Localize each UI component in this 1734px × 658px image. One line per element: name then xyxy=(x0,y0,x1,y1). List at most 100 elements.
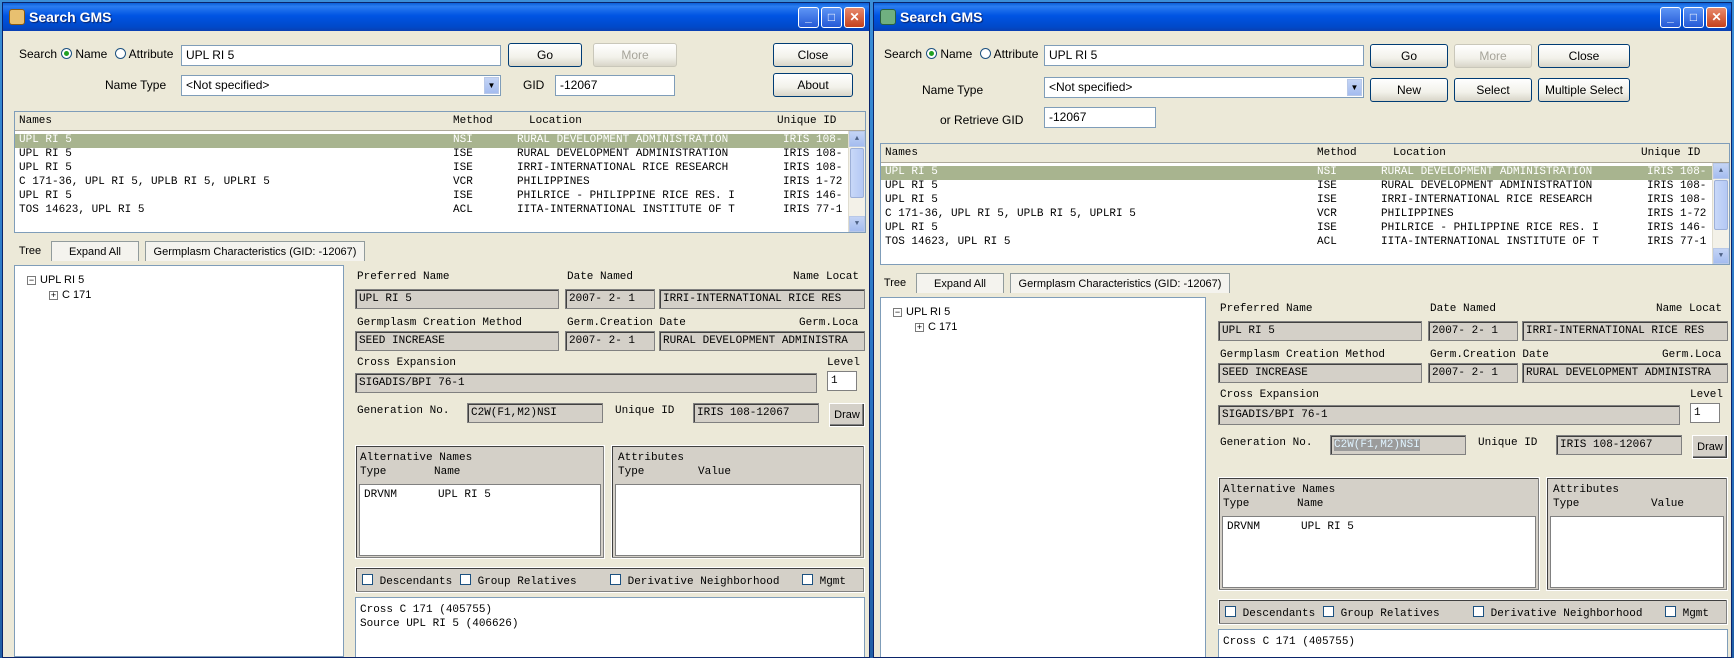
go-button[interactable]: Go xyxy=(508,43,582,67)
column-header-method[interactable]: Method xyxy=(453,115,493,127)
unique-id-field[interactable]: IRIS 108-12067 xyxy=(693,403,819,423)
column-header-location[interactable]: Location xyxy=(1393,147,1446,159)
more-button[interactable]: More xyxy=(1454,44,1532,68)
table-row[interactable]: UPL RI 5 NSI RURAL DEVELOPMENT ADMINISTR… xyxy=(881,166,1713,180)
table-row[interactable]: UPL RI 5 ISE RURAL DEVELOPMENT ADMINISTR… xyxy=(15,148,849,162)
level-spinner[interactable]: 1 xyxy=(1690,403,1720,423)
collapse-icon[interactable]: − xyxy=(893,308,902,317)
radio-attribute-icon[interactable] xyxy=(115,48,126,59)
mgmt-checkbox[interactable]: Mgmt xyxy=(1665,606,1709,620)
select-button[interactable]: Select xyxy=(1454,78,1532,102)
table-row[interactable]: UPL RI 5 ISE PHILRICE - PHILIPPINE RICE … xyxy=(881,222,1713,236)
radio-attribute[interactable]: Attribute xyxy=(980,47,1038,61)
tree-node-root[interactable]: − UPL RI 5 xyxy=(893,306,950,318)
tree-node-root[interactable]: − UPL RI 5 xyxy=(27,274,84,286)
table-row[interactable]: UPL RI 5 ISE RURAL DEVELOPMENT ADMINISTR… xyxy=(881,180,1713,194)
tab-germplasm-characteristics[interactable]: Germplasm Characteristics (GID: -12067) xyxy=(1010,273,1230,293)
preferred-name-field[interactable]: UPL RI 5 xyxy=(1218,321,1422,341)
new-button[interactable]: New xyxy=(1370,78,1448,102)
title-bar[interactable]: Search GMS _ □ ✕ xyxy=(874,3,1731,31)
scroll-up-icon[interactable]: ▲ xyxy=(1713,163,1729,179)
table-row[interactable]: UPL RI 5 ISE PHILRICE - PHILIPPINE RICE … xyxy=(15,190,849,204)
radio-name-icon[interactable] xyxy=(926,48,937,59)
name-type-select[interactable]: <Not specified> ▼ xyxy=(181,75,501,96)
derivative-check-icon[interactable] xyxy=(1473,606,1484,617)
title-bar[interactable]: Search GMS _ □ ✕ xyxy=(3,3,869,31)
tree-node-child[interactable]: + C 171 xyxy=(49,289,91,301)
close-icon[interactable]: ✕ xyxy=(1706,6,1727,28)
generation-field[interactable]: C2W(F1,M2)NSI xyxy=(1330,435,1466,455)
table-row[interactable]: TOS 14623, UPL RI 5 ACL IITA-INTERNATION… xyxy=(881,236,1713,250)
close-button[interactable]: Close xyxy=(1538,44,1630,68)
name-type-select[interactable]: <Not specified> ▼ xyxy=(1044,77,1364,98)
gid-input[interactable]: -12067 xyxy=(1044,107,1156,128)
go-button[interactable]: Go xyxy=(1370,44,1448,68)
group-relatives-check-icon[interactable] xyxy=(1323,606,1334,617)
radio-attribute[interactable]: Attribute xyxy=(115,47,173,61)
vertical-scrollbar[interactable]: ▲ ▼ xyxy=(848,131,865,232)
unique-id-field[interactable]: IRIS 108-12067 xyxy=(1556,435,1682,455)
search-input[interactable]: UPL RI 5 xyxy=(181,45,501,66)
creation-date-field[interactable]: 2007- 2- 1 xyxy=(1428,363,1518,383)
scroll-thumb[interactable] xyxy=(1714,180,1728,230)
derivative-neighborhood-checkbox[interactable]: Derivative Neighborhood xyxy=(610,574,779,588)
generation-field[interactable]: C2W(F1,M2)NSI xyxy=(467,403,603,423)
chevron-down-icon[interactable]: ▼ xyxy=(484,77,499,94)
table-row[interactable]: C 171-36, UPL RI 5, UPLB RI 5, UPLRI 5 V… xyxy=(15,176,849,190)
name-location-field[interactable]: IRRI-INTERNATIONAL RICE RES xyxy=(1522,321,1728,341)
maximize-icon[interactable]: □ xyxy=(821,6,842,28)
mgmt-checkbox[interactable]: Mgmt xyxy=(802,574,846,588)
creation-method-field[interactable]: SEED INCREASE xyxy=(355,331,559,351)
column-header-method[interactable]: Method xyxy=(1317,147,1357,159)
scroll-down-icon[interactable]: ▼ xyxy=(1713,248,1729,264)
column-header-location[interactable]: Location xyxy=(529,115,582,127)
preferred-name-field[interactable]: UPL RI 5 xyxy=(355,289,559,309)
radio-name[interactable]: Name xyxy=(926,47,972,61)
tab-germplasm-characteristics[interactable]: Germplasm Characteristics (GID: -12067) xyxy=(145,241,365,261)
chevron-down-icon[interactable]: ▼ xyxy=(1347,79,1362,96)
column-header-unique-id[interactable]: Unique ID xyxy=(777,115,836,127)
descendants-check-icon[interactable] xyxy=(362,574,373,585)
radio-name-icon[interactable] xyxy=(61,48,72,59)
tab-expand-all[interactable]: Expand All xyxy=(51,241,139,261)
expand-icon[interactable]: + xyxy=(49,291,58,300)
multiple-select-button[interactable]: Multiple Select xyxy=(1538,78,1630,102)
descendants-checkbox[interactable]: Descendants xyxy=(1225,606,1315,620)
radio-attribute-icon[interactable] xyxy=(980,48,991,59)
collapse-icon[interactable]: − xyxy=(27,276,36,285)
descendants-check-icon[interactable] xyxy=(1225,606,1236,617)
expand-icon[interactable]: + xyxy=(915,323,924,332)
creation-method-field[interactable]: SEED INCREASE xyxy=(1218,363,1422,383)
scroll-up-icon[interactable]: ▲ xyxy=(849,131,865,147)
close-button[interactable]: Close xyxy=(773,43,853,67)
group-relatives-checkbox[interactable]: Group Relatives xyxy=(1323,606,1440,620)
date-named-field[interactable]: 2007- 2- 1 xyxy=(565,289,655,309)
table-row[interactable]: TOS 14623, UPL RI 5 ACL IITA-INTERNATION… xyxy=(15,204,849,218)
vertical-scrollbar[interactable]: ▲ ▼ xyxy=(1712,163,1729,264)
radio-name[interactable]: Name xyxy=(61,47,107,61)
mgmt-check-icon[interactable] xyxy=(802,574,813,585)
tab-tree[interactable]: Tree xyxy=(880,273,910,293)
derivative-check-icon[interactable] xyxy=(610,574,621,585)
level-spinner[interactable]: 1 xyxy=(827,371,857,391)
table-row[interactable]: C 171-36, UPL RI 5, UPLB RI 5, UPLRI 5 V… xyxy=(881,208,1713,222)
cross-expansion-field[interactable]: SIGADIS/BPI 76-1 xyxy=(1218,405,1680,425)
draw-button[interactable]: Draw xyxy=(829,403,865,427)
column-header-unique-id[interactable]: Unique ID xyxy=(1641,147,1700,159)
date-named-field[interactable]: 2007- 2- 1 xyxy=(1428,321,1518,341)
cross-expansion-field[interactable]: SIGADIS/BPI 76-1 xyxy=(355,373,817,393)
group-relatives-check-icon[interactable] xyxy=(460,574,471,585)
descendants-checkbox[interactable]: Descendants xyxy=(362,574,452,588)
scroll-thumb[interactable] xyxy=(850,148,864,198)
tab-expand-all[interactable]: Expand All xyxy=(916,273,1004,293)
name-location-field[interactable]: IRRI-INTERNATIONAL RICE RES xyxy=(659,289,865,309)
search-input[interactable]: UPL RI 5 xyxy=(1044,45,1364,66)
group-relatives-checkbox[interactable]: Group Relatives xyxy=(460,574,577,588)
column-header-names[interactable]: Names xyxy=(19,115,52,127)
germ-location-field[interactable]: RURAL DEVELOPMENT ADMINISTRA xyxy=(659,331,865,351)
scroll-down-icon[interactable]: ▼ xyxy=(849,216,865,232)
table-row[interactable]: UPL RI 5 ISE IRRI-INTERNATIONAL RICE RES… xyxy=(881,194,1713,208)
germ-location-field[interactable]: RURAL DEVELOPMENT ADMINISTRA xyxy=(1522,363,1728,383)
derivative-neighborhood-checkbox[interactable]: Derivative Neighborhood xyxy=(1473,606,1642,620)
table-row[interactable]: UPL RI 5 NSI RURAL DEVELOPMENT ADMINISTR… xyxy=(15,134,849,148)
